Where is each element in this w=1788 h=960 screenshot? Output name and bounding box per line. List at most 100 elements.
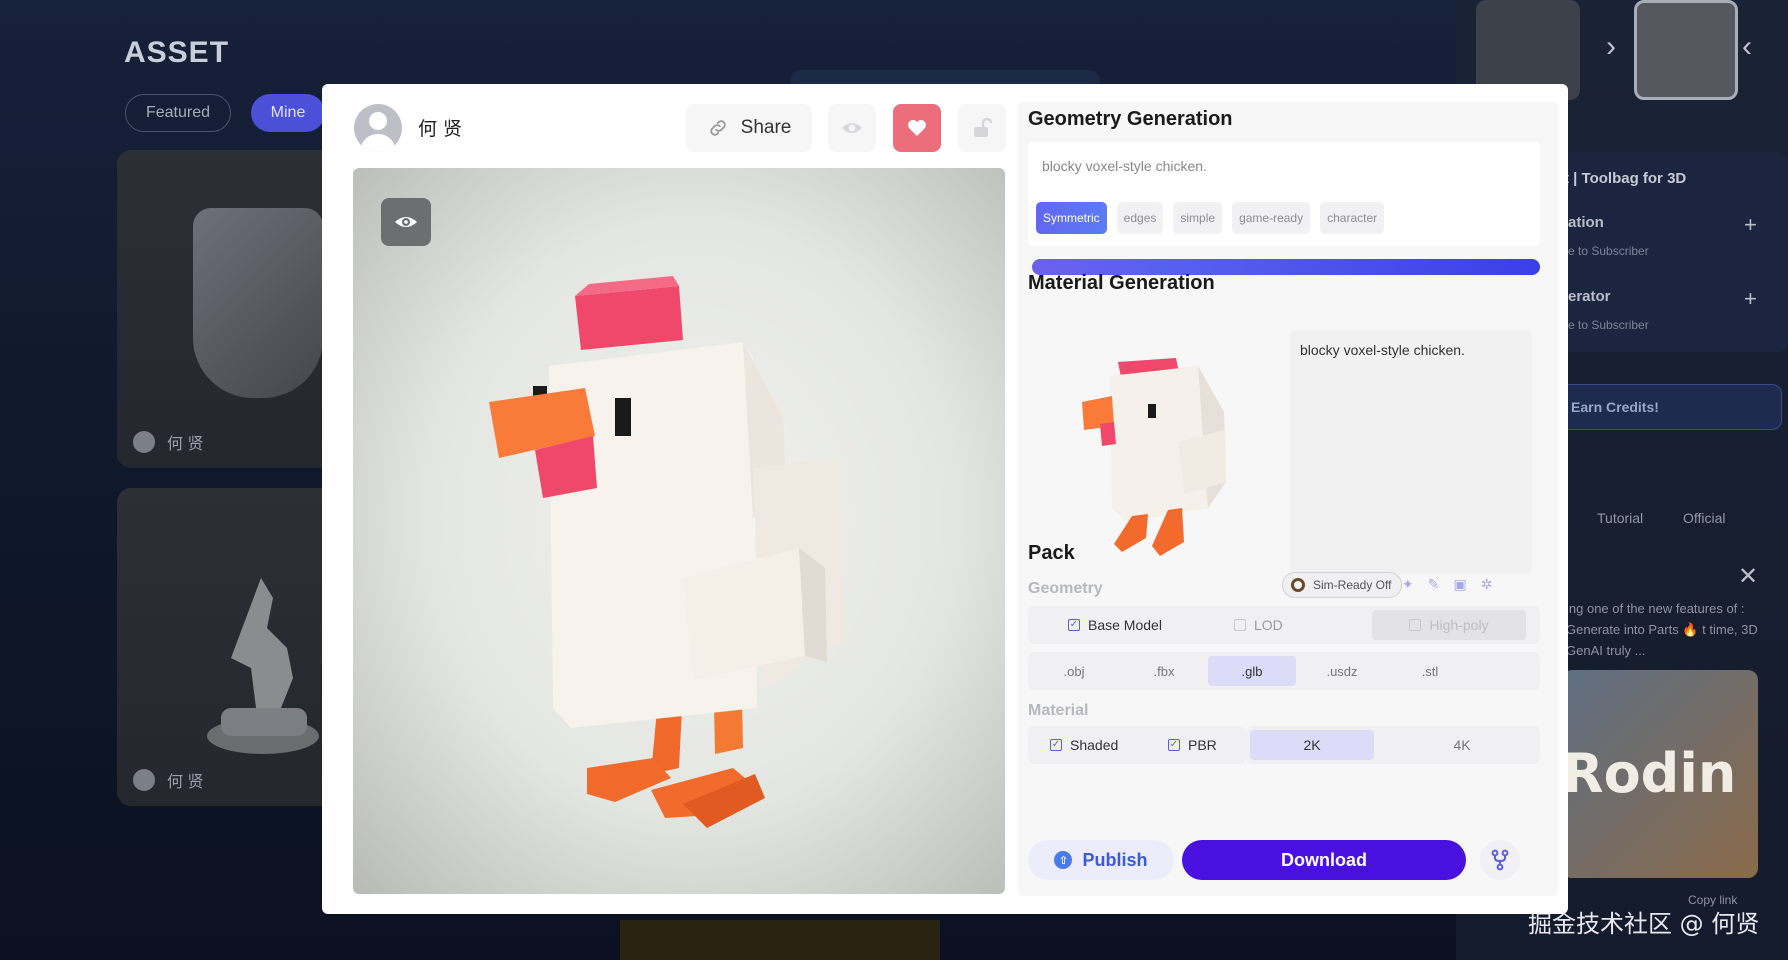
user-name[interactable]: 何 贤	[418, 114, 462, 141]
shaded-label: Shaded	[1070, 737, 1119, 753]
eye-icon	[842, 123, 862, 133]
sim-ready-toggle[interactable]: Sim-Ready Off	[1282, 572, 1403, 598]
banner-text: Rodin	[1562, 742, 1737, 805]
panel-heading: t | Toolbag for 3D	[1564, 170, 1687, 187]
robot-thumbnail-selected[interactable]	[1634, 0, 1738, 100]
resolution-row: 2K 4K	[1246, 726, 1540, 764]
page-title: ASSET	[124, 36, 230, 69]
base-model-label: Base Model	[1088, 617, 1162, 633]
checkbox-checked-icon: ✓	[1168, 739, 1180, 751]
card-user: 何 贤	[133, 430, 203, 454]
avatar	[133, 769, 155, 791]
checkbox-icon	[1409, 619, 1422, 631]
material-preview-image	[1082, 358, 1226, 556]
geometry-title: Geometry Generation	[1028, 108, 1233, 130]
tag-symmetric[interactable]: Symmetric	[1036, 202, 1107, 234]
model-viewer[interactable]	[353, 168, 1005, 894]
format-fbx[interactable]: .fbx	[1120, 656, 1208, 686]
sim-ready-label: Sim-Ready Off	[1313, 578, 1392, 592]
gear-icon[interactable]: ✲	[1481, 576, 1493, 593]
visibility-button[interactable]	[828, 104, 876, 152]
pack-title: Pack	[1028, 542, 1075, 564]
chevron-left-icon[interactable]: ‹	[1742, 30, 1752, 64]
tag-simple[interactable]: simple	[1173, 202, 1223, 234]
shaded-option[interactable]: ✓ Shaded	[1050, 726, 1118, 764]
avatar	[133, 431, 155, 453]
rodin-banner[interactable]: Rodin	[1562, 670, 1758, 878]
base-model-option[interactable]: ✓ Base Model	[1068, 606, 1162, 644]
plugin-title: ation	[1568, 214, 1604, 231]
generation-panel: Geometry Generation blocky voxel-style c…	[1018, 102, 1558, 896]
news-snippet: ing one of the new features of : Generat…	[1566, 601, 1758, 658]
pbr-option[interactable]: ✓ PBR	[1168, 726, 1217, 764]
chevron-right-icon[interactable]: ›	[1606, 30, 1616, 64]
high-poly-option[interactable]: High-poly	[1372, 610, 1526, 640]
download-button[interactable]: Download	[1182, 840, 1466, 880]
format-obj[interactable]: .obj	[1030, 656, 1118, 686]
checkbox-icon	[1234, 619, 1246, 631]
format-glb[interactable]: .glb	[1208, 656, 1296, 686]
asset-card[interactable]: 何 贤	[117, 150, 337, 468]
lod-option[interactable]: LOD	[1234, 606, 1283, 644]
pack-tool-icons: ✦ ✎ ▣ ✲	[1402, 576, 1492, 593]
heart-icon	[908, 120, 926, 136]
format-stl[interactable]: .stl	[1386, 656, 1474, 686]
plugin-title: erator	[1568, 288, 1611, 305]
checkbox-checked-icon: ✓	[1068, 619, 1080, 631]
card-user-name: 何 贤	[167, 436, 204, 453]
tag-list: Symmetric edges simple game-ready charac…	[1036, 202, 1385, 234]
unlock-icon	[974, 117, 992, 137]
toggle-dot-icon	[1291, 578, 1305, 592]
fork-button[interactable]	[1480, 840, 1520, 880]
share-label: Share	[740, 117, 792, 138]
resolution-2k[interactable]: 2K	[1250, 730, 1374, 760]
unlock-button[interactable]	[958, 104, 1006, 152]
publish-icon: ⇧	[1054, 851, 1073, 869]
asset-card[interactable]: 何 贤	[117, 488, 337, 806]
resolution-4k[interactable]: 4K	[1400, 730, 1524, 760]
add-icon[interactable]: +	[1744, 212, 1757, 238]
save-icon[interactable]: ▣	[1453, 576, 1466, 593]
tag-character[interactable]: character	[1320, 202, 1385, 234]
pencil-icon[interactable]: ✎	[1428, 576, 1440, 593]
tag-edges[interactable]: edges	[1116, 202, 1164, 234]
geometry-prompt-box: blocky voxel-style chicken. Symmetric ed…	[1028, 142, 1540, 246]
asset-detail-modal: 何 贤 Share Geometry Generation blocky vox…	[322, 84, 1568, 914]
tab-featured[interactable]: Featured	[125, 94, 231, 132]
plugin-subtitle: e to Subscriber	[1568, 244, 1649, 258]
official-link[interactable]: Official	[1683, 510, 1726, 526]
share-button[interactable]: Share	[686, 104, 812, 152]
link-icon	[709, 120, 726, 136]
close-icon[interactable]: ✕	[1738, 562, 1758, 591]
tag-game-ready[interactable]: game-ready	[1232, 202, 1311, 234]
plugin-subtitle: e to Subscriber	[1568, 318, 1649, 332]
background-thumbnail	[620, 920, 940, 960]
sparkle-icon[interactable]: ✦	[1402, 576, 1414, 593]
avatar[interactable]	[354, 104, 402, 152]
horse-model-thumbnail	[207, 578, 319, 754]
card-user-name: 何 贤	[167, 774, 204, 791]
material-label: Material	[1028, 702, 1089, 719]
geometry-options-row: ✓ Base Model LOD High-poly	[1028, 606, 1540, 644]
lod-label: LOD	[1254, 617, 1283, 633]
shield-model-thumbnail	[193, 208, 323, 398]
format-usdz[interactable]: .usdz	[1298, 656, 1386, 686]
geometry-label: Geometry	[1028, 580, 1103, 597]
material-options-row: ✓ Shaded ✓ PBR	[1028, 726, 1246, 764]
tutorial-link[interactable]: Tutorial	[1597, 510, 1643, 526]
like-button[interactable]	[893, 104, 941, 152]
publish-button[interactable]: ⇧ Publish	[1028, 840, 1174, 880]
material-prompt: blocky voxel-style chicken.	[1300, 342, 1465, 358]
fork-icon	[1491, 849, 1509, 871]
voxel-chicken-model	[489, 276, 845, 828]
add-icon[interactable]: +	[1744, 286, 1757, 312]
format-row: .obj .fbx .glb .usdz .stl	[1028, 652, 1540, 690]
material-prompt-box: blocky voxel-style chicken.	[1290, 330, 1532, 574]
publish-label: Publish	[1082, 849, 1148, 870]
material-title: Material Generation	[1028, 272, 1215, 294]
checkbox-checked-icon: ✓	[1050, 739, 1062, 751]
high-poly-label: High-poly	[1429, 617, 1489, 633]
tab-mine[interactable]: Mine	[251, 94, 325, 132]
card-user: 何 贤	[133, 768, 203, 792]
pbr-label: PBR	[1188, 737, 1217, 753]
